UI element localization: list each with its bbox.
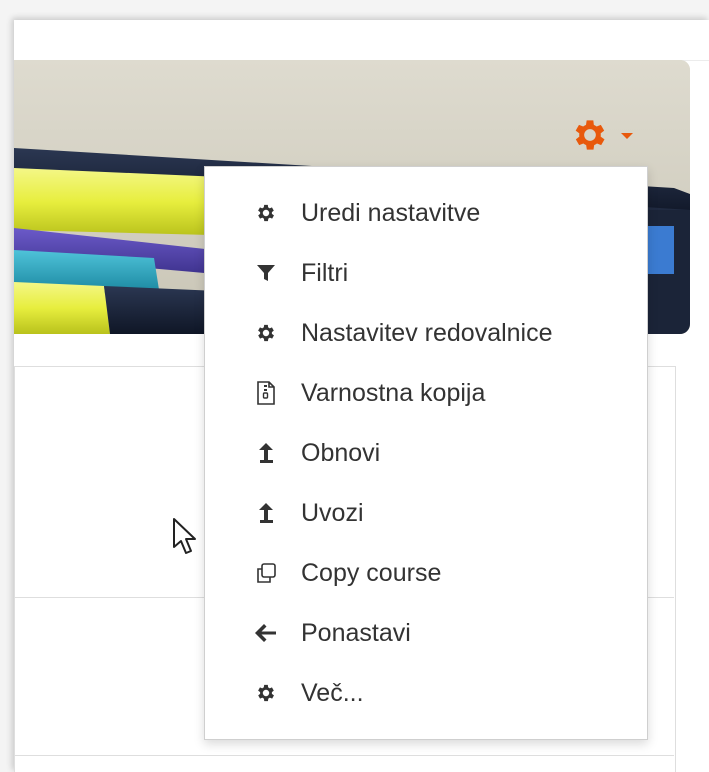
menu-item-label: Več...	[301, 678, 364, 707]
menu-item-label: Uvozi	[301, 498, 364, 527]
menu-item-vec[interactable]: Več...	[205, 663, 647, 723]
course-page: Uredi nastavitve Filtri Nastavitev redov…	[14, 20, 709, 772]
menu-item-label: Obnovi	[301, 438, 381, 467]
menu-item-label: Varnostna kopija	[301, 378, 486, 407]
menu-item-varnostna-kopija[interactable]: Varnostna kopija	[205, 363, 647, 423]
screen-frame: Uredi nastavitve Filtri Nastavitev redov…	[0, 0, 709, 772]
menu-item-copy-course[interactable]: Copy course	[205, 543, 647, 603]
filter-icon	[255, 262, 277, 284]
menu-item-label: Copy course	[301, 558, 442, 587]
upload-arrow-icon	[255, 502, 277, 524]
gear-icon	[255, 322, 277, 344]
course-settings-menu: Uredi nastavitve Filtri Nastavitev redov…	[204, 166, 648, 740]
section-divider	[14, 755, 674, 756]
menu-item-filtri[interactable]: Filtri	[205, 243, 647, 303]
menu-item-label: Ponastavi	[301, 618, 411, 647]
top-bar	[14, 20, 709, 61]
upload-arrow-icon	[255, 442, 277, 464]
mouse-cursor-icon	[172, 517, 198, 562]
menu-item-ponastavi[interactable]: Ponastavi	[205, 603, 647, 663]
gear-icon	[255, 202, 277, 224]
menu-item-label: Uredi nastavitve	[301, 198, 481, 227]
menu-item-label: Filtri	[301, 258, 349, 287]
menu-item-nastavitev-redovalnice[interactable]: Nastavitev redovalnice	[205, 303, 647, 363]
file-archive-icon	[255, 381, 277, 405]
gear-icon	[255, 682, 277, 704]
gear-icon	[570, 115, 610, 160]
menu-item-uredi-nastavitve[interactable]: Uredi nastavitve	[205, 183, 647, 243]
caret-down-icon	[620, 128, 634, 146]
menu-item-label: Nastavitev redovalnice	[301, 318, 553, 347]
copy-icon	[255, 562, 277, 584]
course-settings-toggle[interactable]	[570, 114, 660, 160]
menu-item-uvozi[interactable]: Uvozi	[205, 483, 647, 543]
menu-item-obnovi[interactable]: Obnovi	[205, 423, 647, 483]
arrow-left-icon	[255, 622, 277, 644]
